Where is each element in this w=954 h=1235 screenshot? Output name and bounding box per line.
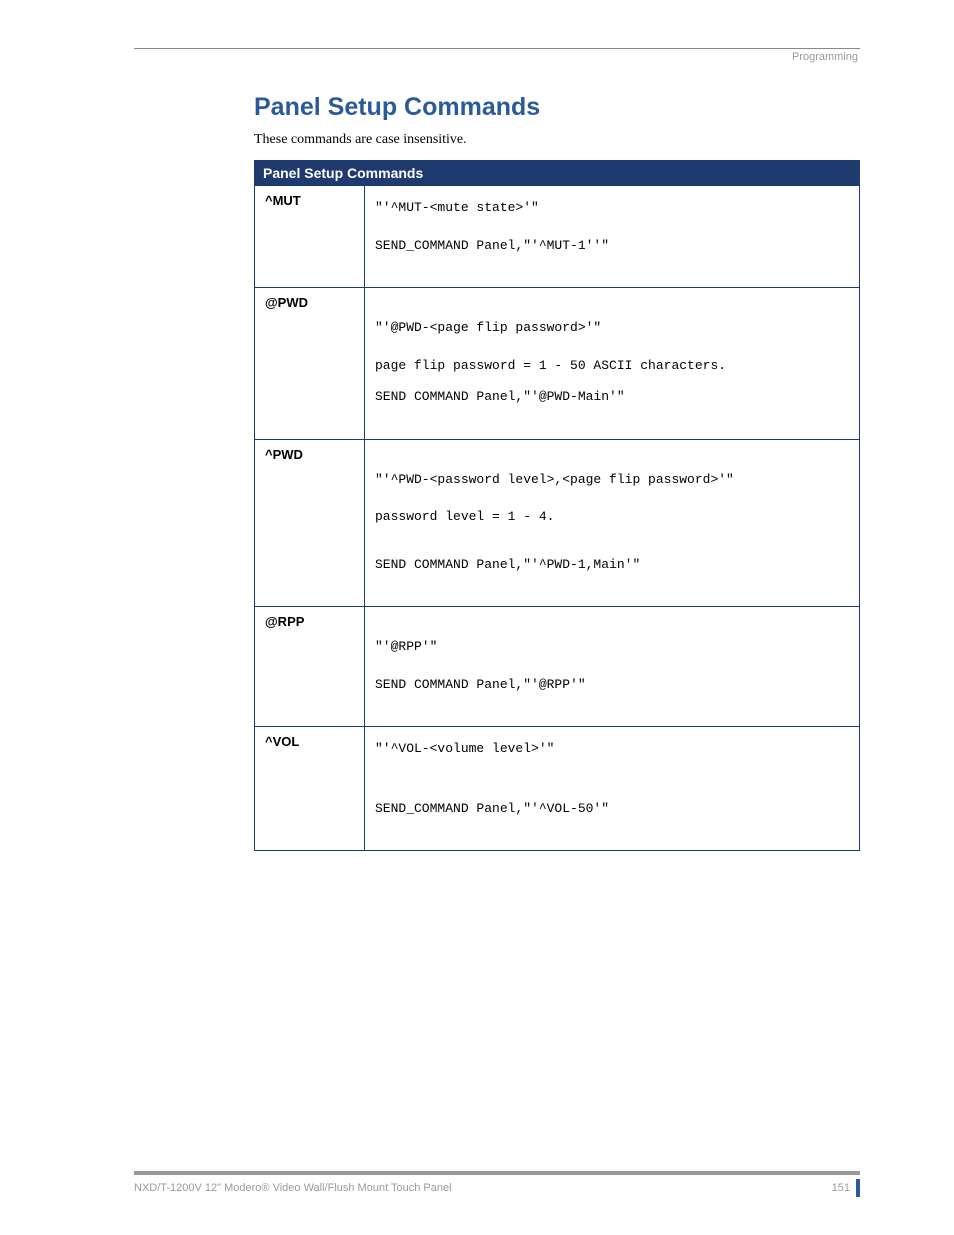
- cmd-detail: "'^MUT-<mute state>'" SEND_COMMAND Panel…: [365, 186, 860, 288]
- header-rule: [134, 48, 860, 49]
- table-row: ^MUT "'^MUT-<mute state>'" SEND_COMMAND …: [255, 186, 860, 288]
- cmd-detail: "'^PWD-<password level>,<page flip passw…: [365, 439, 860, 607]
- cmd-name: ^PWD: [255, 439, 365, 607]
- header-section-label: Programming: [134, 51, 860, 63]
- cmd-detail: "'@PWD-<page flip password>'" page flip …: [365, 288, 860, 440]
- code-line: SEND COMMAND Panel,"'^PWD-1,Main'": [375, 555, 849, 575]
- code-line: SEND COMMAND Panel,"'@PWD-Main'": [375, 387, 849, 407]
- code-line: SEND_COMMAND Panel,"'^MUT-1''": [375, 236, 849, 256]
- page-number: 151: [832, 1179, 860, 1197]
- code-line: "'^PWD-<password level>,<page flip passw…: [375, 470, 849, 490]
- cmd-name: @PWD: [255, 288, 365, 440]
- code-line: page flip password = 1 - 50 ASCII charac…: [375, 356, 849, 376]
- code-line: "'^MUT-<mute state>'": [375, 198, 849, 218]
- table-row: @PWD "'@PWD-<page flip password>'" page …: [255, 288, 860, 440]
- content-area: Panel Setup Commands These commands are …: [254, 93, 860, 851]
- cmd-detail: "'^VOL-<volume level>'" SEND_COMMAND Pan…: [365, 727, 860, 851]
- page-number-text: 151: [832, 1182, 850, 1194]
- code-line: "'@PWD-<page flip password>'": [375, 318, 849, 338]
- cmd-name: ^MUT: [255, 186, 365, 288]
- code-line: SEND COMMAND Panel,"'@RPP'": [375, 675, 849, 695]
- cmd-name: @RPP: [255, 607, 365, 727]
- commands-table: Panel Setup Commands ^MUT "'^MUT-<mute s…: [254, 160, 860, 851]
- code-line: "'^VOL-<volume level>'": [375, 739, 849, 759]
- table-header: Panel Setup Commands: [255, 161, 860, 186]
- table-row: @RPP "'@RPP'" SEND COMMAND Panel,"'@RPP'…: [255, 607, 860, 727]
- table-row: ^VOL "'^VOL-<volume level>'" SEND_COMMAN…: [255, 727, 860, 851]
- cmd-name: ^VOL: [255, 727, 365, 851]
- cmd-detail: "'@RPP'" SEND COMMAND Panel,"'@RPP'": [365, 607, 860, 727]
- footer: NXD/T-1200V 12" Modero® Video Wall/Flush…: [134, 1171, 860, 1197]
- code-line: password level = 1 - 4.: [375, 507, 849, 527]
- footer-rule: [134, 1171, 860, 1175]
- page-number-bar: [856, 1179, 860, 1197]
- page-title: Panel Setup Commands: [254, 93, 860, 122]
- footer-product: NXD/T-1200V 12" Modero® Video Wall/Flush…: [134, 1182, 452, 1194]
- table-row: ^PWD "'^PWD-<password level>,<page flip …: [255, 439, 860, 607]
- code-line: "'@RPP'": [375, 637, 849, 657]
- intro-text: These commands are case insensitive.: [254, 132, 860, 148]
- code-line: SEND_COMMAND Panel,"'^VOL-50'": [375, 799, 849, 819]
